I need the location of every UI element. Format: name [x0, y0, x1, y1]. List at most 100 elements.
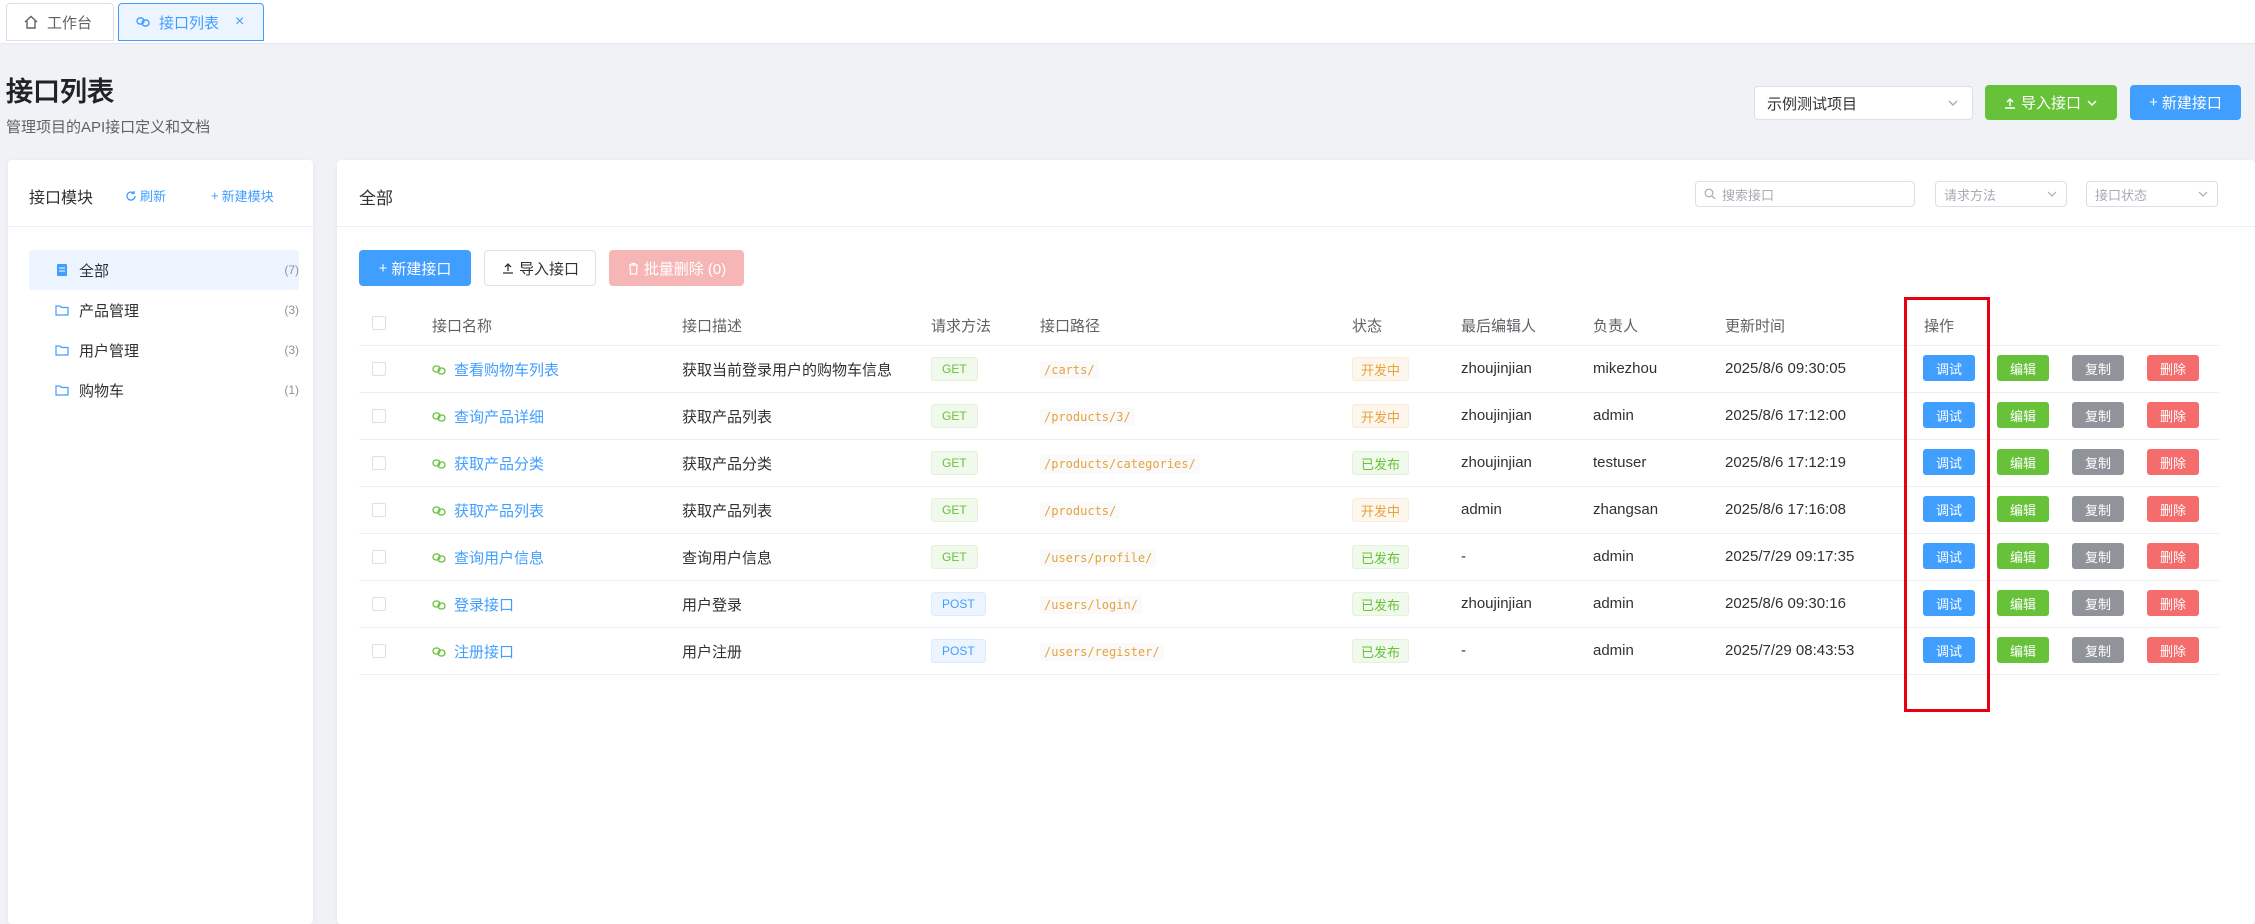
home-icon [24, 15, 38, 29]
status-badge: 开发中 [1352, 357, 1410, 381]
refresh-icon [126, 190, 136, 201]
divider [8, 226, 313, 227]
debug-button[interactable]: 调试 [1923, 637, 1975, 663]
row-checkbox[interactable] [372, 409, 386, 423]
delete-button[interactable]: 删除 [2147, 449, 2199, 475]
close-icon[interactable]: × [235, 13, 244, 31]
refresh-button[interactable]: 刷新 [125, 186, 166, 205]
divider [337, 226, 2255, 227]
module-item-count: (1) [284, 383, 299, 397]
status-badge: 已发布 [1352, 451, 1410, 475]
chevron-down-icon [2198, 191, 2208, 197]
refresh-label: 刷新 [140, 189, 167, 204]
chevron-down-icon [1948, 100, 1958, 106]
api-name-link[interactable]: 获取产品列表 [432, 500, 544, 521]
tab-api-list[interactable]: 接口列表 × [118, 3, 264, 41]
delete-button[interactable]: 删除 [2147, 637, 2199, 663]
toolbar-new-label: 新建接口 [391, 260, 452, 278]
api-name-link[interactable]: 获取产品分类 [432, 453, 544, 474]
api-desc: 获取产品分类 [682, 456, 773, 473]
col-actions: 操作 [1924, 318, 1955, 335]
tab-workbench[interactable]: 工作台 [6, 3, 114, 41]
new-api-button[interactable]: + 新建接口 [2130, 85, 2241, 120]
edit-button[interactable]: 编辑 [1997, 355, 2049, 381]
search-input[interactable]: 搜索接口 [1695, 181, 1915, 207]
copy-button[interactable]: 复制 [2072, 637, 2124, 663]
edit-button[interactable]: 编辑 [1997, 449, 2049, 475]
last-editor: zhoujinjian [1461, 360, 1532, 377]
import-api-button[interactable]: 导入接口 [1985, 85, 2117, 120]
owner: testuser [1593, 454, 1647, 471]
api-name-link[interactable]: 查询产品详细 [432, 406, 544, 427]
copy-button[interactable]: 复制 [2072, 590, 2124, 616]
col-owner: 负责人 [1593, 318, 1639, 335]
module-item-cart[interactable]: 购物车 (1) [29, 370, 299, 410]
api-name-link[interactable]: 查看购物车列表 [432, 359, 559, 380]
tab-bar: 工作台 接口列表 × [0, 0, 2255, 44]
copy-button[interactable]: 复制 [2072, 402, 2124, 428]
edit-button[interactable]: 编辑 [1997, 402, 2049, 428]
plus-icon: + [2149, 94, 2158, 111]
row-checkbox[interactable] [372, 503, 386, 517]
batch-delete-button[interactable]: 批量删除 (0) [609, 250, 744, 286]
edit-button[interactable]: 编辑 [1997, 637, 2049, 663]
method-filter-select[interactable]: 请求方法 [1935, 181, 2067, 207]
row-checkbox[interactable] [372, 456, 386, 470]
select-all-checkbox[interactable] [372, 316, 386, 330]
method-tag: GET [931, 545, 978, 569]
trash-icon [628, 262, 638, 275]
api-name-link[interactable]: 查询用户信息 [432, 547, 544, 568]
upload-icon [502, 263, 513, 274]
debug-button[interactable]: 调试 [1923, 590, 1975, 616]
copy-button[interactable]: 复制 [2072, 496, 2124, 522]
module-item-label: 全部 [79, 262, 110, 280]
row-checkbox[interactable] [372, 597, 386, 611]
last-editor: admin [1461, 501, 1502, 518]
api-name-link[interactable]: 登录接口 [432, 594, 514, 615]
module-item-products[interactable]: 产品管理 (3) [29, 290, 299, 330]
col-status: 状态 [1352, 318, 1383, 335]
api-name: 注册接口 [454, 644, 515, 661]
toolbar-new-api-button[interactable]: + 新建接口 [359, 250, 471, 286]
delete-button[interactable]: 删除 [2147, 543, 2199, 569]
edit-button[interactable]: 编辑 [1997, 496, 2049, 522]
row-checkbox[interactable] [372, 550, 386, 564]
module-item-count: (7) [284, 263, 299, 277]
edit-button[interactable]: 编辑 [1997, 543, 2049, 569]
table-row: 查询产品详细 获取产品列表 GET/products/3/开发中 zhoujinjia… [359, 393, 2219, 440]
status-filter-select[interactable]: 接口状态 [2086, 181, 2218, 207]
copy-button[interactable]: 复制 [2072, 449, 2124, 475]
edit-button[interactable]: 编辑 [1997, 590, 2049, 616]
new-module-button[interactable]: + 新建模块 [211, 186, 274, 205]
debug-button[interactable]: 调试 [1923, 496, 1975, 522]
debug-button[interactable]: 调试 [1923, 449, 1975, 475]
delete-button[interactable]: 删除 [2147, 355, 2199, 381]
method-tag: GET [931, 357, 978, 381]
col-path: 接口路径 [1040, 318, 1101, 335]
link-icon [432, 552, 446, 563]
module-item-label: 产品管理 [79, 302, 140, 320]
new-module-label: 新建模块 [221, 189, 274, 204]
debug-button[interactable]: 调试 [1923, 355, 1975, 381]
debug-button[interactable]: 调试 [1923, 543, 1975, 569]
folder-icon [55, 305, 69, 316]
col-editor: 最后编辑人 [1461, 318, 1537, 335]
delete-button[interactable]: 删除 [2147, 496, 2199, 522]
plus-icon: + [378, 259, 388, 277]
debug-button[interactable]: 调试 [1923, 402, 1975, 428]
api-name-link[interactable]: 注册接口 [432, 641, 514, 662]
delete-button[interactable]: 删除 [2147, 402, 2199, 428]
project-select[interactable]: 示例测试项目 [1754, 86, 1973, 120]
copy-button[interactable]: 复制 [2072, 543, 2124, 569]
module-item-users[interactable]: 用户管理 (3) [29, 330, 299, 370]
toolbar-import-button[interactable]: 导入接口 [484, 250, 596, 286]
method-tag: GET [931, 451, 978, 475]
delete-button[interactable]: 删除 [2147, 590, 2199, 616]
row-checkbox[interactable] [372, 644, 386, 658]
row-checkbox[interactable] [372, 362, 386, 376]
table-row: 查询用户信息 查询用户信息 GET/users/profile/已发布 - admin 2… [359, 534, 2219, 581]
api-path: /users/profile/ [1040, 549, 1157, 567]
toolbar-import-label: 导入接口 [518, 260, 579, 278]
copy-button[interactable]: 复制 [2072, 355, 2124, 381]
module-item-all[interactable]: 全部 (7) [29, 250, 299, 290]
